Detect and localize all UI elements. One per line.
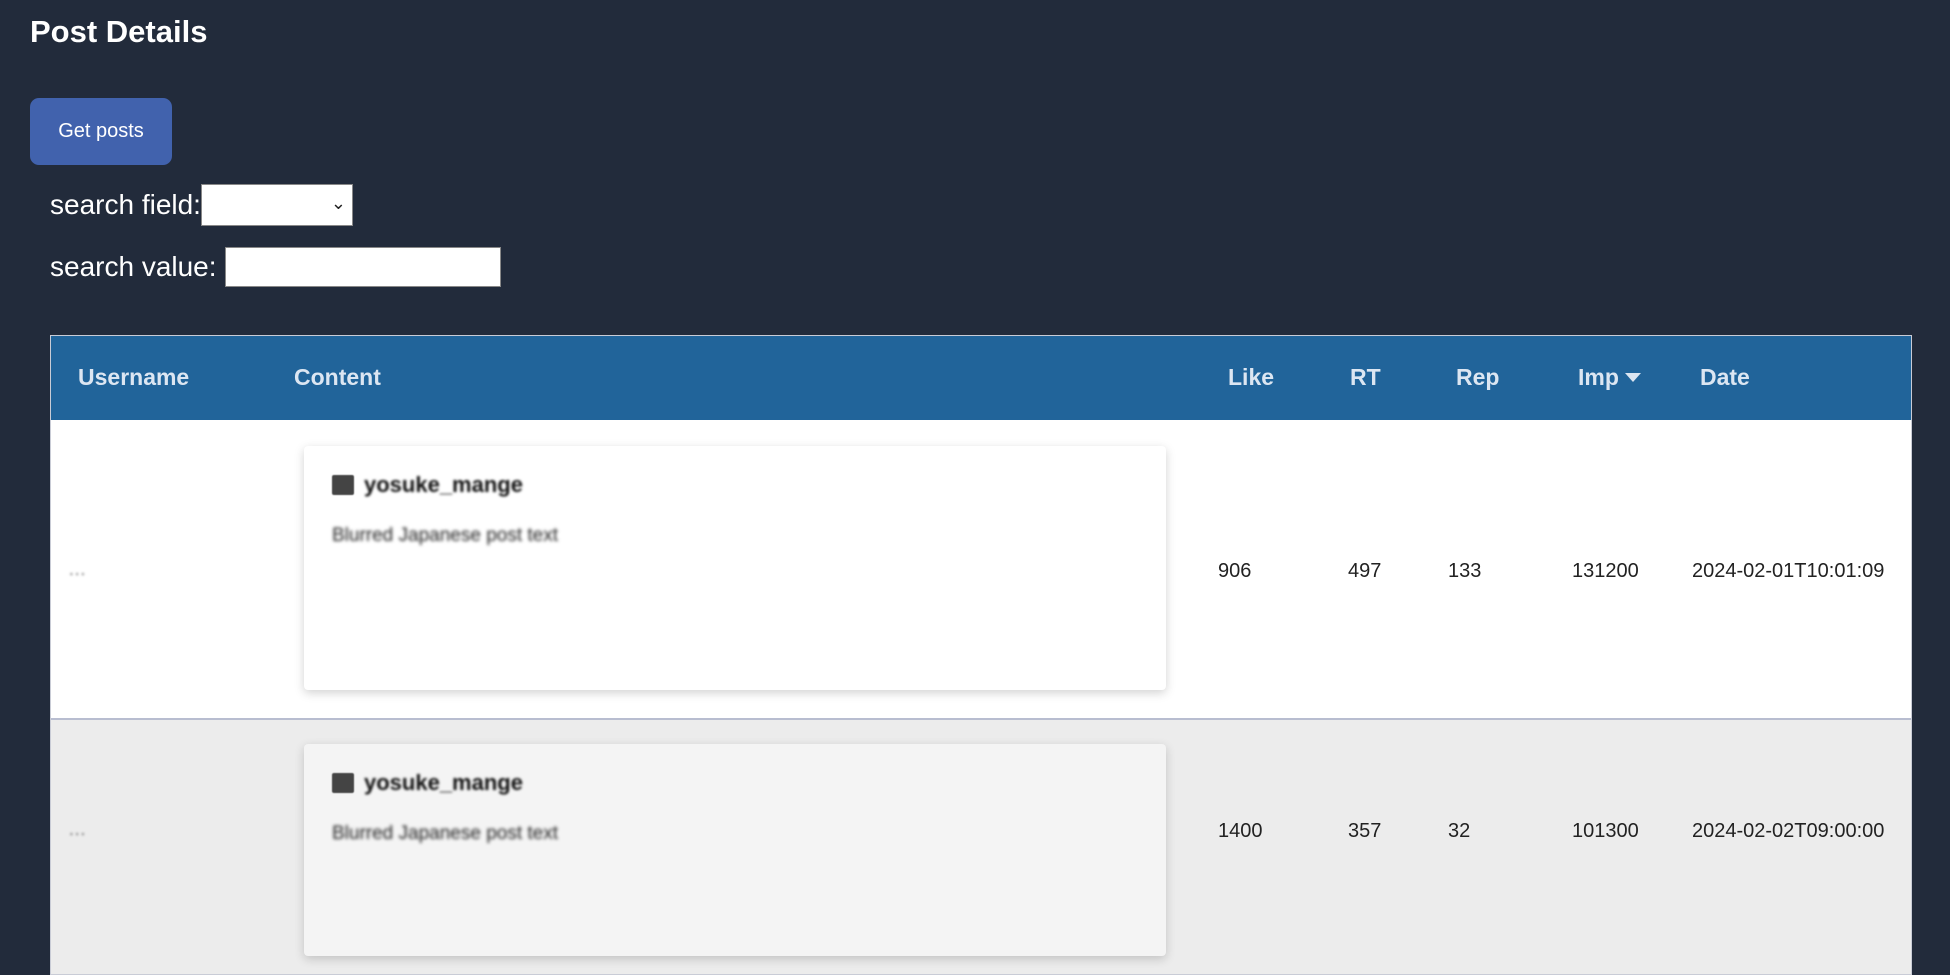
rep-cell: 32 — [1448, 820, 1471, 842]
post-icon — [332, 773, 354, 793]
get-posts-button[interactable]: Get posts — [30, 98, 172, 165]
search-field-label: search field: — [50, 189, 201, 220]
header-imp[interactable]: Imp — [1578, 364, 1641, 391]
date-cell: 2024-02-02T09:00:00 — [1692, 820, 1885, 842]
search-value-row: search value: — [50, 247, 501, 287]
post-card[interactable]: yosuke_mange Blurred Japanese post text — [304, 446, 1166, 690]
post-handle: yosuke_mange — [364, 770, 523, 795]
header-username[interactable]: Username — [78, 364, 189, 391]
search-value-label: search value: — [50, 251, 217, 282]
username-cell: ... — [69, 820, 87, 839]
header-imp-label: Imp — [1578, 364, 1619, 390]
rt-cell: 497 — [1348, 560, 1382, 582]
header-content[interactable]: Content — [294, 364, 381, 391]
header-date[interactable]: Date — [1700, 364, 1750, 391]
posts-table: Username Content Like RT Rep Imp Date ..… — [50, 335, 1912, 975]
sort-desc-icon — [1624, 373, 1641, 382]
header-rep[interactable]: Rep — [1456, 364, 1499, 391]
rt-cell: 357 — [1348, 820, 1382, 842]
post-icon — [332, 475, 354, 495]
header-rt[interactable]: RT — [1350, 364, 1381, 391]
username-cell: ... — [69, 560, 87, 579]
search-field-select[interactable]: ⌄ — [200, 184, 353, 226]
post-card[interactable]: yosuke_mange Blurred Japanese post text — [304, 744, 1166, 956]
search-value-input[interactable] — [224, 247, 501, 287]
imp-cell: 101300 — [1572, 820, 1639, 842]
date-cell: 2024-02-01T10:01:09 — [1692, 560, 1885, 582]
header-like[interactable]: Like — [1228, 364, 1274, 391]
search-field-row: search field: ⌄ — [50, 184, 353, 226]
table-row[interactable]: ... yosuke_mange Blurred Japanese post t… — [51, 720, 1911, 974]
post-handle: yosuke_mange — [364, 472, 523, 497]
table-row[interactable]: ... yosuke_mange Blurred Japanese post t… — [51, 420, 1911, 720]
rep-cell: 133 — [1448, 560, 1482, 582]
like-cell: 906 — [1218, 560, 1252, 582]
page-title: Post Details — [30, 14, 208, 49]
like-cell: 1400 — [1218, 820, 1263, 842]
imp-cell: 131200 — [1572, 560, 1639, 582]
table-header: Username Content Like RT Rep Imp Date — [51, 336, 1911, 420]
post-text: Blurred Japanese post text — [332, 525, 559, 546]
chevron-down-icon: ⌄ — [330, 193, 346, 214]
post-text: Blurred Japanese post text — [332, 823, 559, 844]
